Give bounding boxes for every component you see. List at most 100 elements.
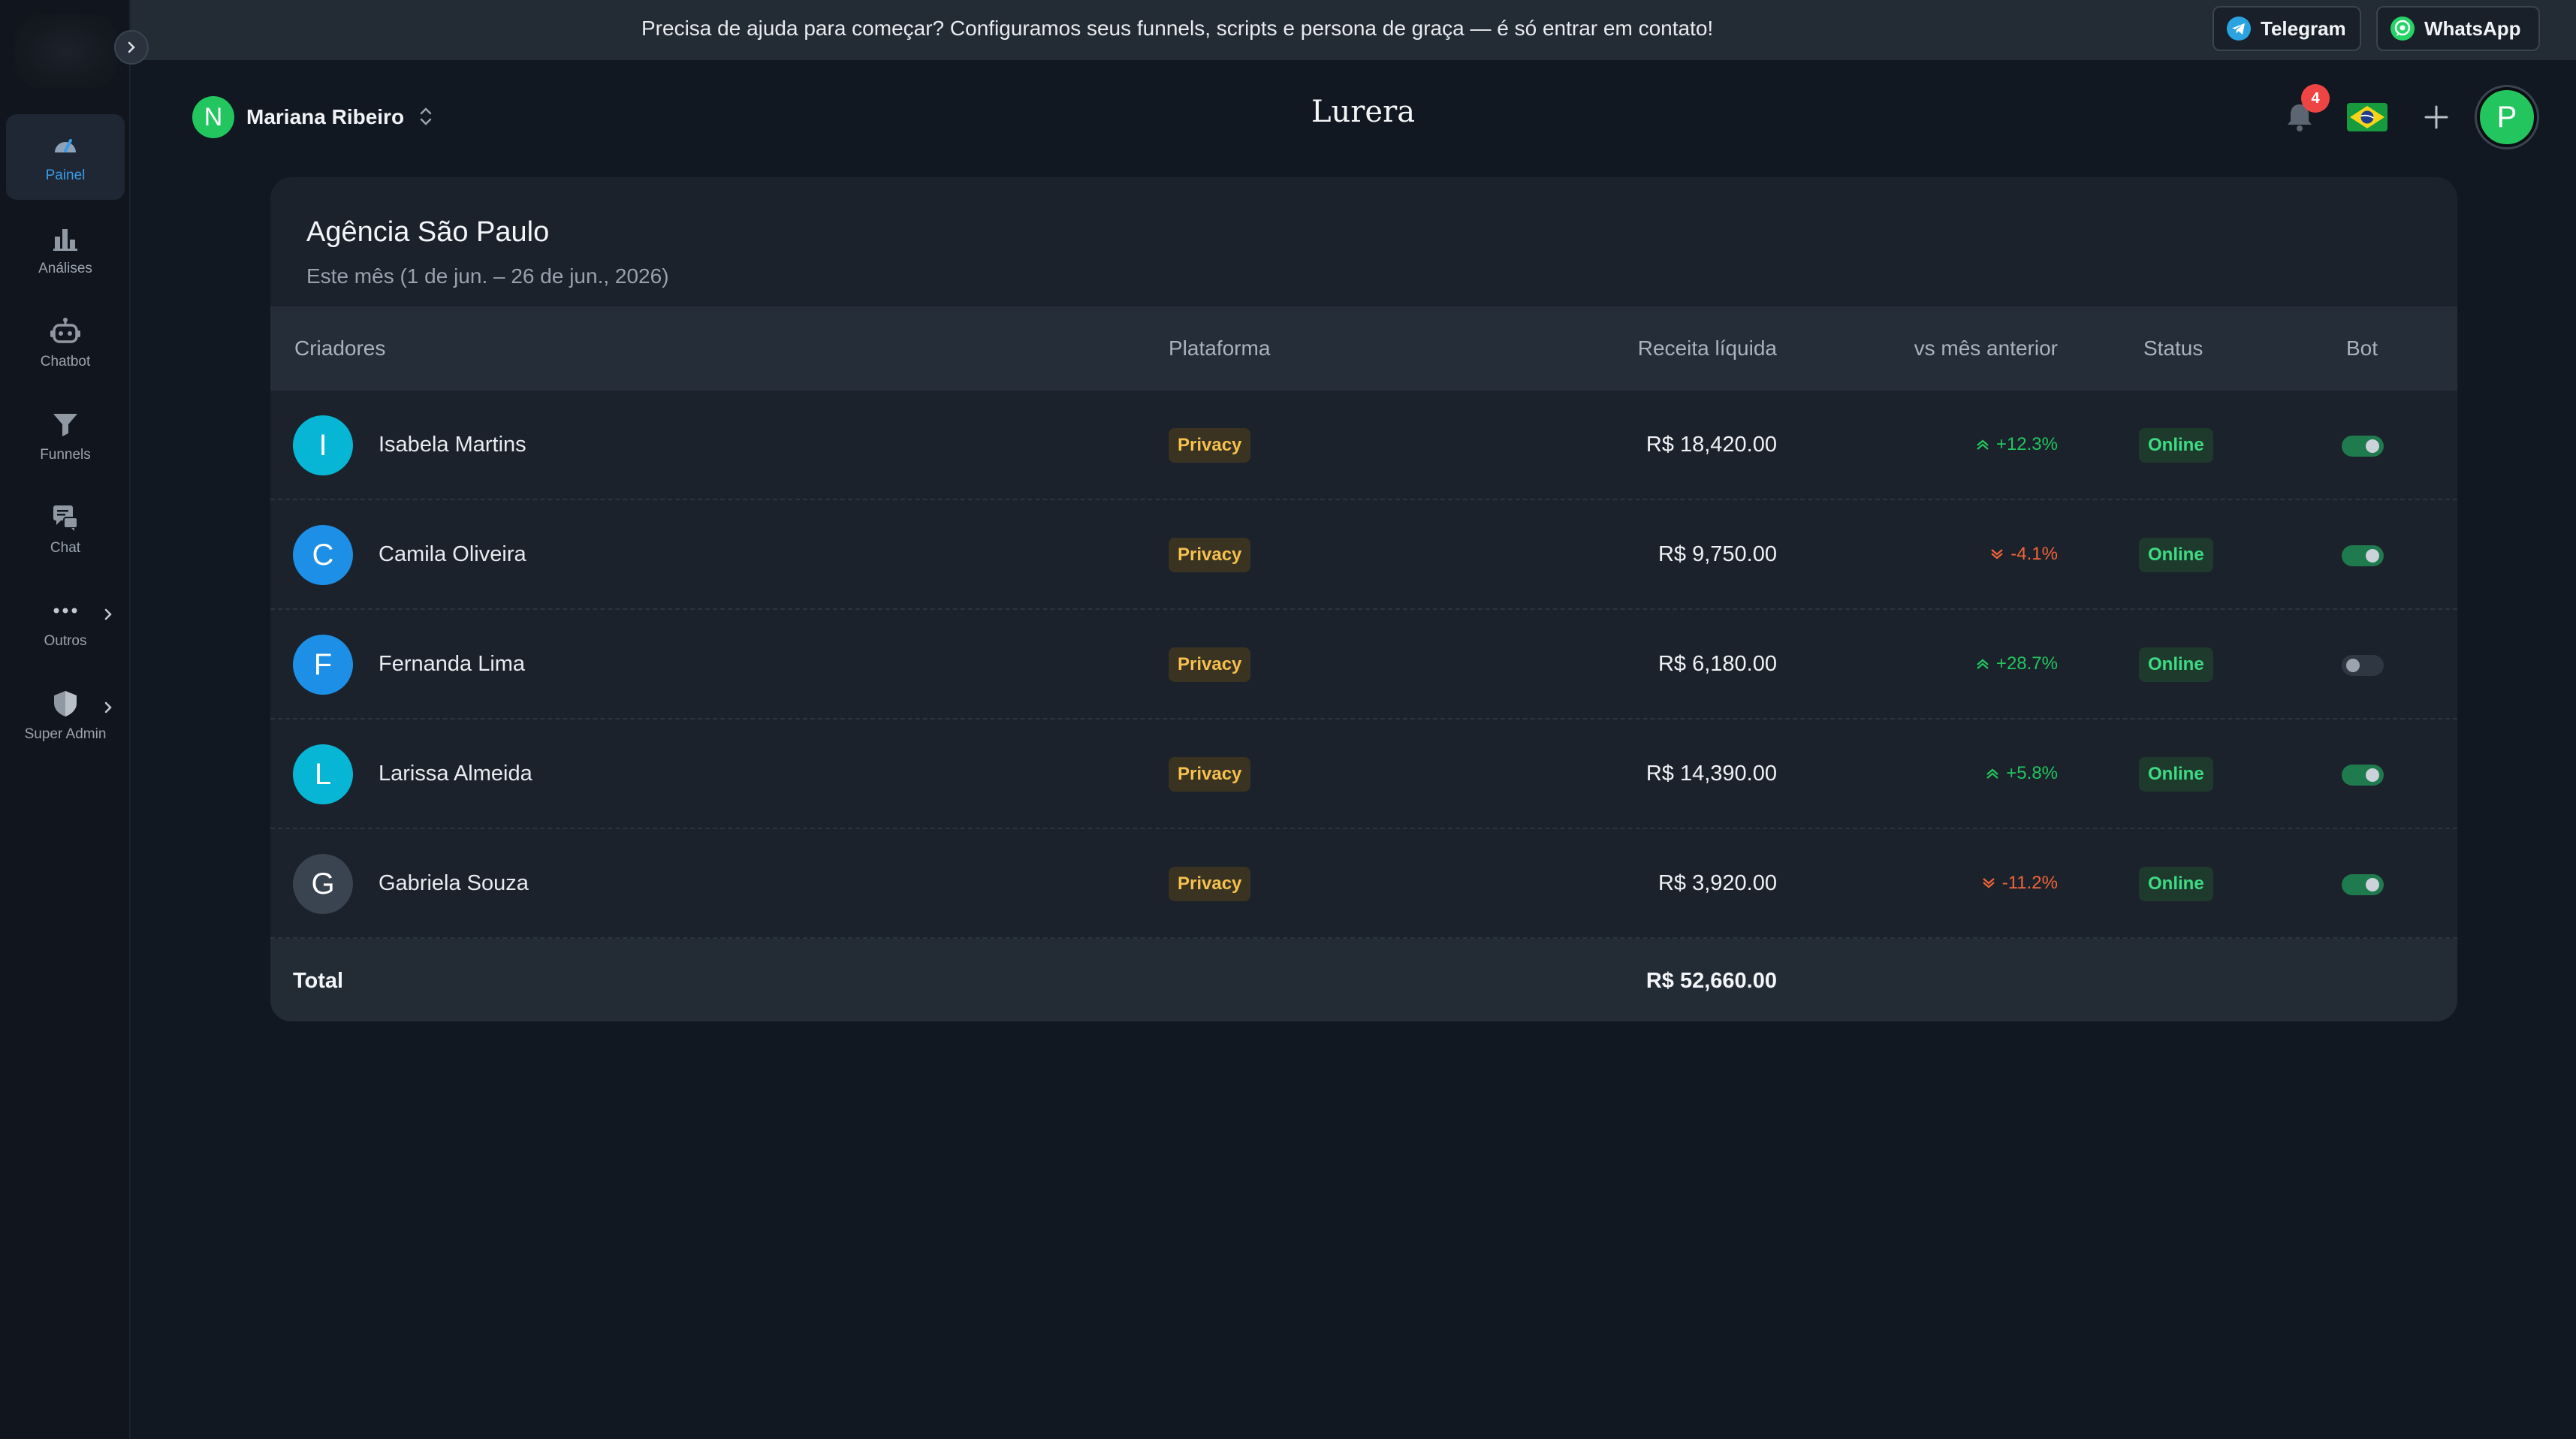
- sidebar-item-label: Super Admin: [24, 726, 107, 742]
- table-row[interactable]: F Fernanda Lima Privacy R$ 6,180.00 +28.7% On…: [270, 610, 2457, 720]
- change-text: +12.3%: [1995, 434, 2058, 454]
- more-dots-icon: [53, 608, 77, 614]
- table-row[interactable]: I Isabela Martins Privacy R$ 18,420.00 +12.3…: [270, 391, 2457, 500]
- toggle-knob: [2346, 659, 2360, 672]
- revenue-value: R$ 6,180.00: [1658, 652, 1777, 676]
- bot-toggle[interactable]: [2342, 874, 2384, 895]
- bot-toggle[interactable]: [2342, 436, 2384, 457]
- platform-badge: Privacy: [1169, 538, 1251, 572]
- total-label: Total: [293, 969, 344, 993]
- table-footer: Total R$ 52,660.00: [270, 939, 2457, 1021]
- sidebar-item-label: Chat: [50, 540, 81, 556]
- column-header-status[interactable]: Status: [2143, 336, 2203, 361]
- language-selector[interactable]: [2346, 96, 2388, 138]
- trend-up-icon: [1977, 439, 1989, 450]
- funnel-icon: [53, 414, 77, 436]
- revenue-value: R$ 3,920.00: [1658, 871, 1777, 895]
- bar-chart-icon: [53, 229, 77, 251]
- workspace-name[interactable]: Mariana Ribeiro: [246, 105, 404, 129]
- creator-avatar: C: [293, 525, 353, 585]
- plus-icon: [2424, 105, 2448, 129]
- status-badge: Online: [2139, 428, 2213, 463]
- trend-up-icon: [1986, 768, 1998, 779]
- platform-badge: Privacy: [1169, 647, 1251, 682]
- change-text: -4.1%: [2010, 544, 2058, 564]
- top-banner: Precisa de ajuda para começar? Configura…: [131, 0, 2576, 60]
- sidebar-item-funnels[interactable]: Funnels: [6, 394, 125, 479]
- column-header-vs-prev[interactable]: vs mês anterior: [1914, 336, 2058, 361]
- telegram-button[interactable]: Telegram: [2213, 6, 2361, 51]
- table-row[interactable]: G Gabriela Souza Privacy R$ 3,920.00 -11.2% O…: [270, 829, 2457, 939]
- creator-name[interactable]: Camila Oliveira: [379, 542, 526, 567]
- sidebar-item-chat[interactable]: Chat: [6, 487, 125, 572]
- user-avatar[interactable]: P: [2477, 87, 2537, 147]
- sidebar-item-label: Painel: [45, 167, 86, 183]
- toggle-knob: [2366, 549, 2379, 563]
- creator-name[interactable]: Larissa Almeida: [379, 762, 532, 786]
- total-value: R$ 52,660.00: [1645, 969, 1777, 993]
- sidebar-item-painel[interactable]: Painel: [6, 114, 125, 200]
- whatsapp-button[interactable]: WhatsApp: [2376, 6, 2540, 51]
- platform-badge: Privacy: [1169, 867, 1251, 901]
- sidebar: Painel Análises Chatbot Funnels Chat Out…: [0, 0, 131, 1439]
- sidebar-item-analises[interactable]: Análises: [6, 207, 125, 293]
- column-header-platform[interactable]: Plataforma: [1169, 336, 1270, 361]
- sidebar-collapse-button[interactable]: [114, 30, 149, 65]
- card-subtitle: Este mês (1 de jun. – 26 de jun., 2026): [306, 264, 669, 288]
- status-badge: Online: [2139, 757, 2213, 792]
- creator-avatar: L: [293, 744, 353, 804]
- creator-avatar: F: [293, 635, 353, 695]
- revenue-value: R$ 9,750.00: [1658, 542, 1777, 566]
- app-logo: Lurera: [1311, 95, 1416, 129]
- robot-icon: [50, 318, 80, 343]
- toggle-knob: [2366, 768, 2379, 782]
- platform-badge: Privacy: [1169, 757, 1251, 792]
- revenue-value: R$ 18,420.00: [1645, 433, 1777, 457]
- whatsapp-label: WhatsApp: [2424, 17, 2521, 40]
- telegram-icon: [2227, 17, 2251, 41]
- banner-text: Precisa de ajuda para começar? Configura…: [641, 17, 1714, 40]
- sidebar-item-outros[interactable]: Outros: [6, 580, 125, 665]
- creator-name[interactable]: Isabela Martins: [379, 433, 526, 457]
- table-row[interactable]: L Larissa Almeida Privacy R$ 14,390.00 +5.8%…: [270, 720, 2457, 829]
- chevron-right-icon: [104, 608, 112, 620]
- creator-avatar: G: [293, 854, 353, 914]
- change-value: -11.2%: [1981, 873, 2058, 894]
- table-header: Criadores Plataforma Receita líquida vs …: [270, 306, 2457, 391]
- change-value: -4.1%: [1989, 544, 2058, 565]
- shield-icon: [54, 691, 77, 716]
- platform-badge: Privacy: [1169, 428, 1251, 463]
- sidebar-item-chatbot[interactable]: Chatbot: [6, 300, 125, 386]
- bot-toggle[interactable]: [2342, 765, 2384, 786]
- column-header-revenue[interactable]: Receita líquida: [1638, 336, 1777, 361]
- bot-toggle[interactable]: [2342, 545, 2384, 566]
- change-value: +12.3%: [1975, 434, 2058, 455]
- table-row[interactable]: C Camila Oliveira Privacy R$ 9,750.00 -4.1% O…: [270, 500, 2457, 610]
- chevron-updown-icon[interactable]: [418, 104, 434, 129]
- trend-down-icon: [1991, 549, 2004, 560]
- change-text: +5.8%: [2006, 763, 2058, 783]
- change-value: +28.7%: [1975, 653, 2058, 674]
- creator-avatar: I: [293, 415, 353, 475]
- card-title: Agência São Paulo: [306, 216, 550, 248]
- telegram-label: Telegram: [2261, 17, 2346, 40]
- change-text: -11.2%: [2001, 873, 2058, 893]
- creator-name[interactable]: Gabriela Souza: [379, 871, 529, 896]
- add-button[interactable]: [2415, 96, 2457, 138]
- toggle-knob: [2366, 878, 2379, 891]
- column-header-creators[interactable]: Criadores: [294, 336, 385, 361]
- sidebar-item-super-admin[interactable]: Super Admin: [6, 673, 125, 759]
- change-value: +5.8%: [1985, 763, 2058, 784]
- creator-name[interactable]: Fernanda Lima: [379, 652, 525, 677]
- whatsapp-icon: [2390, 17, 2415, 41]
- trend-down-icon: [1983, 878, 1995, 888]
- sidebar-item-label: Chatbot: [40, 354, 91, 370]
- toggle-knob: [2366, 439, 2379, 453]
- trend-up-icon: [1977, 659, 1989, 669]
- status-badge: Online: [2139, 867, 2213, 901]
- chevron-right-icon: [128, 41, 135, 53]
- column-header-bot[interactable]: Bot: [2346, 336, 2378, 361]
- sidebar-item-label: Funnels: [40, 447, 91, 463]
- bot-toggle[interactable]: [2342, 655, 2384, 676]
- workspace-avatar[interactable]: N: [192, 96, 234, 138]
